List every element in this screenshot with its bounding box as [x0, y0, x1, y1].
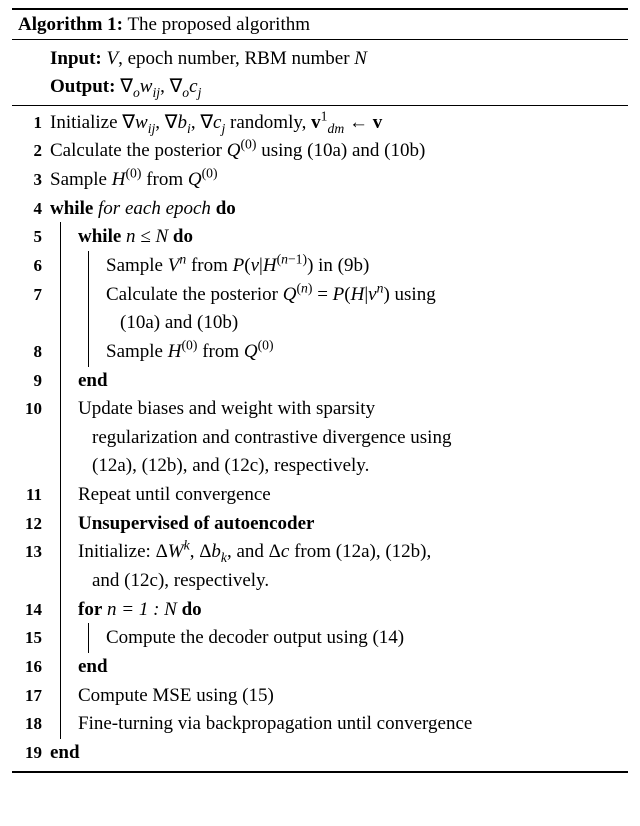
algo-line: Calculate the posterior Q(0) using (10a)…: [50, 138, 622, 164]
lineno: 19: [12, 740, 50, 765]
do-kw: do: [216, 198, 236, 219]
section-header: Unsupervised of autoencoder: [78, 513, 314, 534]
algo-line: end: [50, 654, 622, 680]
lineno: 7: [12, 282, 50, 307]
do-kw: do: [173, 226, 193, 247]
lineno: 15: [12, 625, 50, 650]
while-cond: for each epoch: [98, 198, 211, 219]
lineno: 6: [12, 253, 50, 278]
algorithm-body: 1 Initialize ∇wij, ∇bi, ∇cj randomly, v1…: [12, 106, 628, 771]
lineno: 10: [12, 396, 50, 421]
lineno: 8: [12, 339, 50, 364]
algo-line: Unsupervised of autoencoder: [50, 511, 622, 537]
io-block: Input: V, epoch number, RBM number N Out…: [12, 40, 628, 106]
lineno: 18: [12, 711, 50, 736]
lineno: 11: [12, 482, 50, 507]
lineno: 2: [12, 138, 50, 163]
lineno: 5: [12, 224, 50, 249]
end-kw: end: [78, 370, 108, 391]
algorithm-label: Algorithm 1:: [18, 14, 123, 35]
algo-line: Update biases and weight with sparsity: [50, 396, 622, 422]
output-text: ∇owij, ∇ocj: [120, 76, 201, 97]
lineno: 13: [12, 539, 50, 564]
lineno: 1: [12, 110, 50, 135]
lineno: 16: [12, 654, 50, 679]
for-kw: for: [78, 599, 102, 620]
algo-line: Sample H(0) from Q(0): [50, 167, 622, 193]
do-kw: do: [182, 599, 202, 620]
algo-line: while for each epoch do: [50, 196, 622, 222]
while-cond: n ≤ N: [126, 226, 168, 247]
algo-line-cont: regularization and contrastive divergenc…: [50, 425, 622, 451]
input-line: Input: V, epoch number, RBM number N: [50, 46, 622, 72]
while-kw: while: [78, 226, 121, 247]
lineno: 4: [12, 196, 50, 221]
output-label: Output:: [50, 76, 115, 97]
while-kw: while: [50, 198, 93, 219]
algo-line: Sample H(0) from Q(0): [50, 339, 622, 365]
end-kw: end: [78, 656, 108, 677]
algo-line: end: [50, 740, 622, 766]
lineno: 9: [12, 368, 50, 393]
algo-line: for n = 1 : N do: [50, 597, 622, 623]
end-kw: end: [50, 742, 80, 763]
lineno: 14: [12, 597, 50, 622]
algo-line: Compute MSE using (15): [50, 683, 622, 709]
algo-line: Initialize ∇wij, ∇bi, ∇cj randomly, v1dm…: [50, 110, 622, 136]
lineno: 17: [12, 683, 50, 708]
algo-line-cont: (10a) and (10b): [50, 310, 622, 336]
algorithm-box: Algorithm 1: The proposed algorithm Inpu…: [12, 8, 628, 773]
algo-line: Compute the decoder output using (14): [50, 625, 622, 651]
for-cond: n = 1 : N: [107, 599, 177, 620]
lineno: 3: [12, 167, 50, 192]
algorithm-title: Algorithm 1: The proposed algorithm: [12, 10, 628, 40]
algo-line: Repeat until convergence: [50, 482, 622, 508]
algo-line: Calculate the posterior Q(n) = P(H|vn) u…: [50, 282, 622, 308]
output-line: Output: ∇owij, ∇ocj: [50, 74, 622, 100]
algo-line: Fine-turning via backpropagation until c…: [50, 711, 622, 737]
algo-line: while n ≤ N do: [50, 224, 622, 250]
algo-line-cont: and (12c), respectively.: [50, 568, 622, 594]
input-text: V, epoch number, RBM number N: [107, 48, 367, 69]
algorithm-name: The proposed algorithm: [127, 14, 310, 35]
algo-line: end: [50, 368, 622, 394]
algo-line: Sample Vn from P(v|H(n−1)) in (9b): [50, 253, 622, 279]
lineno: 12: [12, 511, 50, 536]
algo-line: Initialize: ΔWk, Δbk, and Δc from (12a),…: [50, 539, 622, 565]
input-label: Input:: [50, 48, 102, 69]
algo-line-cont: (12a), (12b), and (12c), respectively.: [50, 453, 622, 479]
